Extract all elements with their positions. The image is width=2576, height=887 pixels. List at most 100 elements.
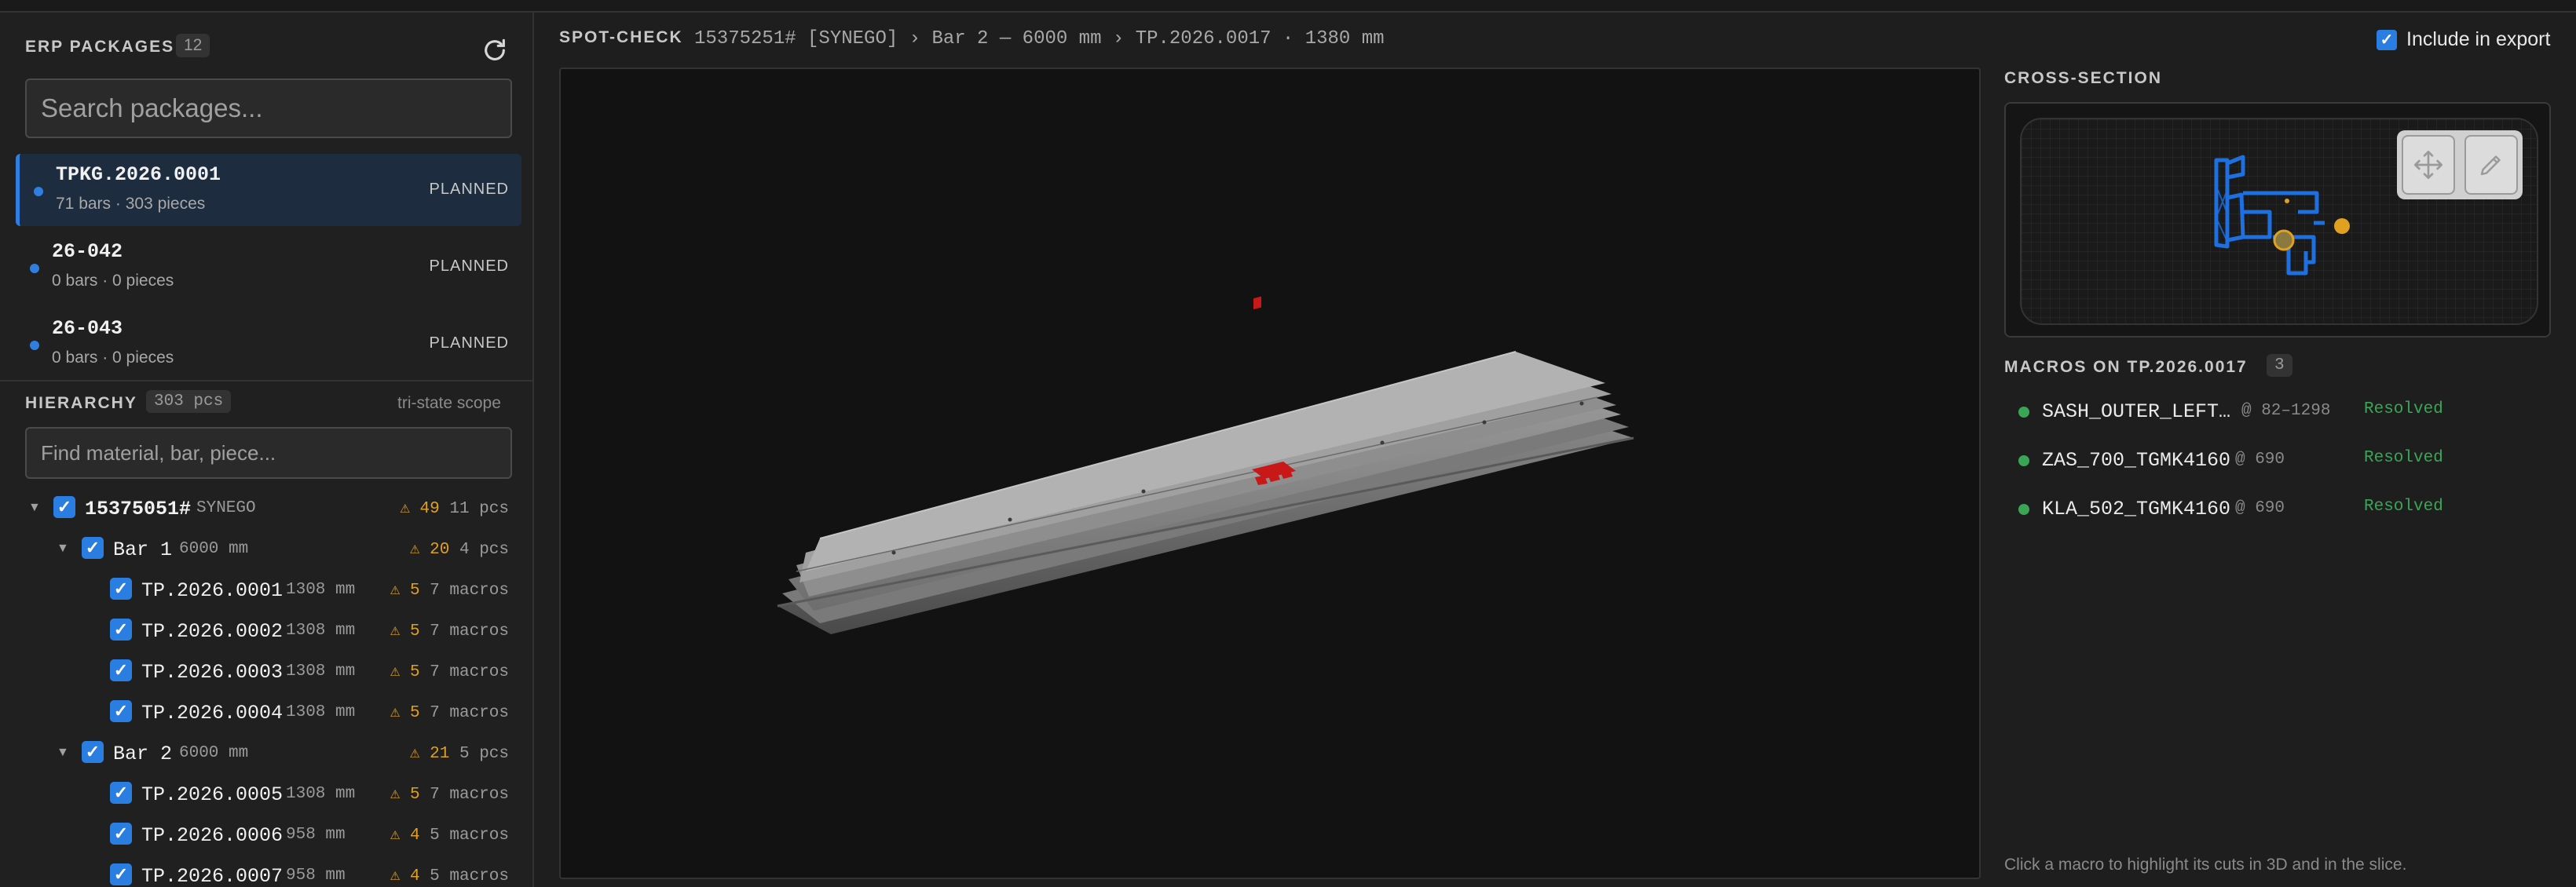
status-dot (2018, 455, 2029, 466)
macro-status: Resolved (2364, 400, 2443, 418)
package-status: PLANNED (429, 181, 509, 198)
macro-position: @ 690 (2235, 451, 2285, 469)
piece-stats: ⚠ 4 5 macros (390, 827, 509, 845)
package-meta: 71 bars · 303 pieces (56, 195, 206, 213)
3d-viewport[interactable] (559, 68, 1981, 879)
edit-icon (2480, 155, 2501, 176)
macro-row[interactable]: SASH_OUTER_LEFT… @ 82–1298 Resolved (2004, 389, 2554, 436)
piece-length: 1308 mm (286, 703, 356, 721)
hierarchy-search-input[interactable] (25, 427, 512, 479)
bar-label: Bar 1 (113, 538, 173, 561)
checkbox-icon[interactable]: ✓ (110, 823, 132, 845)
piece-length: 1308 mm (286, 622, 356, 640)
package-item[interactable]: 26-042 0 bars · 0 pieces PLANNED (16, 231, 521, 303)
include-in-export-toggle[interactable]: ✓ Include in export (2377, 28, 2550, 51)
piece-label: TP.2026.0002 (141, 620, 284, 643)
macro-row[interactable]: KLA_502_TGMK4160 @ 690 Resolved (2004, 487, 2554, 534)
piece-length: 958 mm (286, 867, 346, 885)
macro-hint: Click a macro to highlight its cuts in 3… (2004, 856, 2407, 874)
refresh-icon (485, 38, 505, 60)
macros-count-badge: 3 (2267, 354, 2292, 377)
macros-title: MACROS ON TP.2026.0017 (2004, 358, 2248, 376)
tree-material-row[interactable]: ▼ ✓ 15375051# SYNEGO ⚠ 49 11 pcs (0, 488, 532, 529)
tree-bar-row[interactable]: ▼ ✓ Bar 2 6000 mm ⚠ 21 5 pcs (0, 733, 532, 774)
cross-section-toolbar (2397, 130, 2523, 199)
macro-status: Resolved (2364, 449, 2443, 467)
package-status: PLANNED (429, 334, 509, 352)
macro-name: SASH_OUTER_LEFT… (2042, 400, 2231, 423)
move-tool-button[interactable] (2402, 135, 2455, 195)
bar-length: 6000 mm (179, 744, 249, 762)
piece-label: TP.2026.0003 (141, 661, 284, 684)
package-item[interactable]: 26-043 0 bars · 0 pieces PLANNED (16, 308, 521, 380)
macro-name: ZAS_700_TGMK4160 (2042, 449, 2231, 472)
piece-length: 958 mm (286, 826, 346, 844)
profile-3d-render[interactable] (561, 69, 1979, 878)
checkbox-icon[interactable]: ✓ (82, 537, 104, 559)
checkbox-icon[interactable]: ✓ (110, 700, 132, 722)
checkbox-icon[interactable]: ✓ (110, 619, 132, 641)
piece-label: TP.2026.0005 (141, 783, 284, 806)
refresh-button[interactable] (478, 33, 512, 68)
hierarchy-count-badge: 303 pcs (146, 390, 232, 413)
package-name: 26-043 (52, 317, 123, 340)
tree-piece-row[interactable]: ✓ TP.2026.0002 1308 mm ⚠ 5 7 macros (0, 611, 532, 652)
export-label: Include in export (2406, 28, 2551, 50)
divider (0, 380, 532, 381)
material-stats: ⚠ 49 11 pcs (400, 500, 509, 518)
piece-label: TP.2026.0006 (141, 824, 284, 847)
macro-row[interactable]: ZAS_700_TGMK4160 @ 690 Resolved (2004, 438, 2554, 485)
tree-piece-row[interactable]: ✓ TP.2026.0001 1308 mm ⚠ 5 7 macros (0, 570, 532, 611)
piece-stats: ⚠ 5 7 macros (390, 704, 509, 722)
material-label: 15375051# (85, 498, 192, 520)
tree-bar-row[interactable]: ▼ ✓ Bar 1 6000 mm ⚠ 20 4 pcs (0, 529, 532, 570)
status-dot (30, 341, 39, 350)
chevron-down-icon[interactable]: ▼ (57, 542, 69, 556)
checkbox-icon[interactable]: ✓ (110, 782, 132, 804)
package-meta: 0 bars · 0 pieces (52, 272, 174, 290)
status-dot (30, 264, 39, 273)
package-search-input[interactable] (25, 78, 512, 138)
chevron-down-icon[interactable]: ▼ (28, 501, 41, 515)
checkbox-icon[interactable]: ✓ (110, 659, 132, 681)
edit-tool-button[interactable] (2464, 135, 2518, 195)
status-dot (2018, 504, 2029, 515)
tree-piece-row[interactable]: ✓ TP.2026.0004 1308 mm ⚠ 5 7 macros (0, 692, 532, 733)
bar-stats: ⚠ 20 4 pcs (409, 541, 509, 559)
breadcrumb[interactable]: 15375251# [SYNEGO] › Bar 2 — 6000 mm › T… (694, 28, 1385, 49)
piece-label: TP.2026.0001 (141, 579, 284, 602)
package-name: TPKG.2026.0001 (56, 163, 221, 186)
macro-status: Resolved (2364, 498, 2443, 516)
scope-label: tri-state scope (397, 394, 501, 412)
top-bar (0, 0, 2576, 13)
tree-piece-row[interactable]: ✓ TP.2026.0003 1308 mm ⚠ 5 7 macros (0, 652, 532, 692)
piece-stats: ⚠ 5 7 macros (390, 582, 509, 600)
material-sub: SYNEGO (196, 499, 256, 517)
spot-check-title: SPOT-CHECK (559, 28, 683, 46)
macro-name: KLA_502_TGMK4160 (2042, 498, 2231, 520)
erp-packages-title: ERP PACKAGES (25, 38, 175, 56)
checkbox-icon[interactable]: ✓ (2377, 29, 2397, 50)
checkbox-icon[interactable]: ✓ (82, 741, 104, 763)
sidebar: ERP PACKAGES 12 TPKG.2026.0001 71 bars ·… (0, 13, 534, 887)
piece-stats: ⚠ 4 5 macros (390, 867, 509, 885)
macro-position: @ 690 (2235, 499, 2285, 517)
bar-stats: ⚠ 21 5 pcs (409, 745, 509, 763)
piece-stats: ⚠ 5 7 macros (390, 622, 509, 641)
piece-stats: ⚠ 5 7 macros (390, 786, 509, 804)
package-item[interactable]: TPKG.2026.0001 71 bars · 303 pieces PLAN… (16, 154, 521, 226)
checkbox-icon[interactable]: ✓ (110, 863, 132, 885)
piece-length: 1308 mm (286, 581, 356, 599)
status-dot (2018, 407, 2029, 418)
chevron-down-icon[interactable]: ▼ (57, 746, 69, 760)
checkbox-icon[interactable]: ✓ (53, 496, 75, 518)
bar-label: Bar 2 (113, 743, 173, 765)
tree-piece-row[interactable]: ✓ TP.2026.0006 958 mm ⚠ 4 5 macros (0, 815, 532, 856)
tree-piece-row[interactable]: ✓ TP.2026.0007 958 mm ⚠ 4 5 macros (0, 856, 532, 887)
bar-length: 6000 mm (179, 540, 249, 558)
tree-piece-row[interactable]: ✓ TP.2026.0005 1308 mm ⚠ 5 7 macros (0, 774, 532, 815)
piece-length: 1308 mm (286, 785, 356, 803)
checkbox-icon[interactable]: ✓ (110, 578, 132, 600)
status-dot (34, 187, 43, 196)
piece-stats: ⚠ 5 7 macros (390, 663, 509, 681)
